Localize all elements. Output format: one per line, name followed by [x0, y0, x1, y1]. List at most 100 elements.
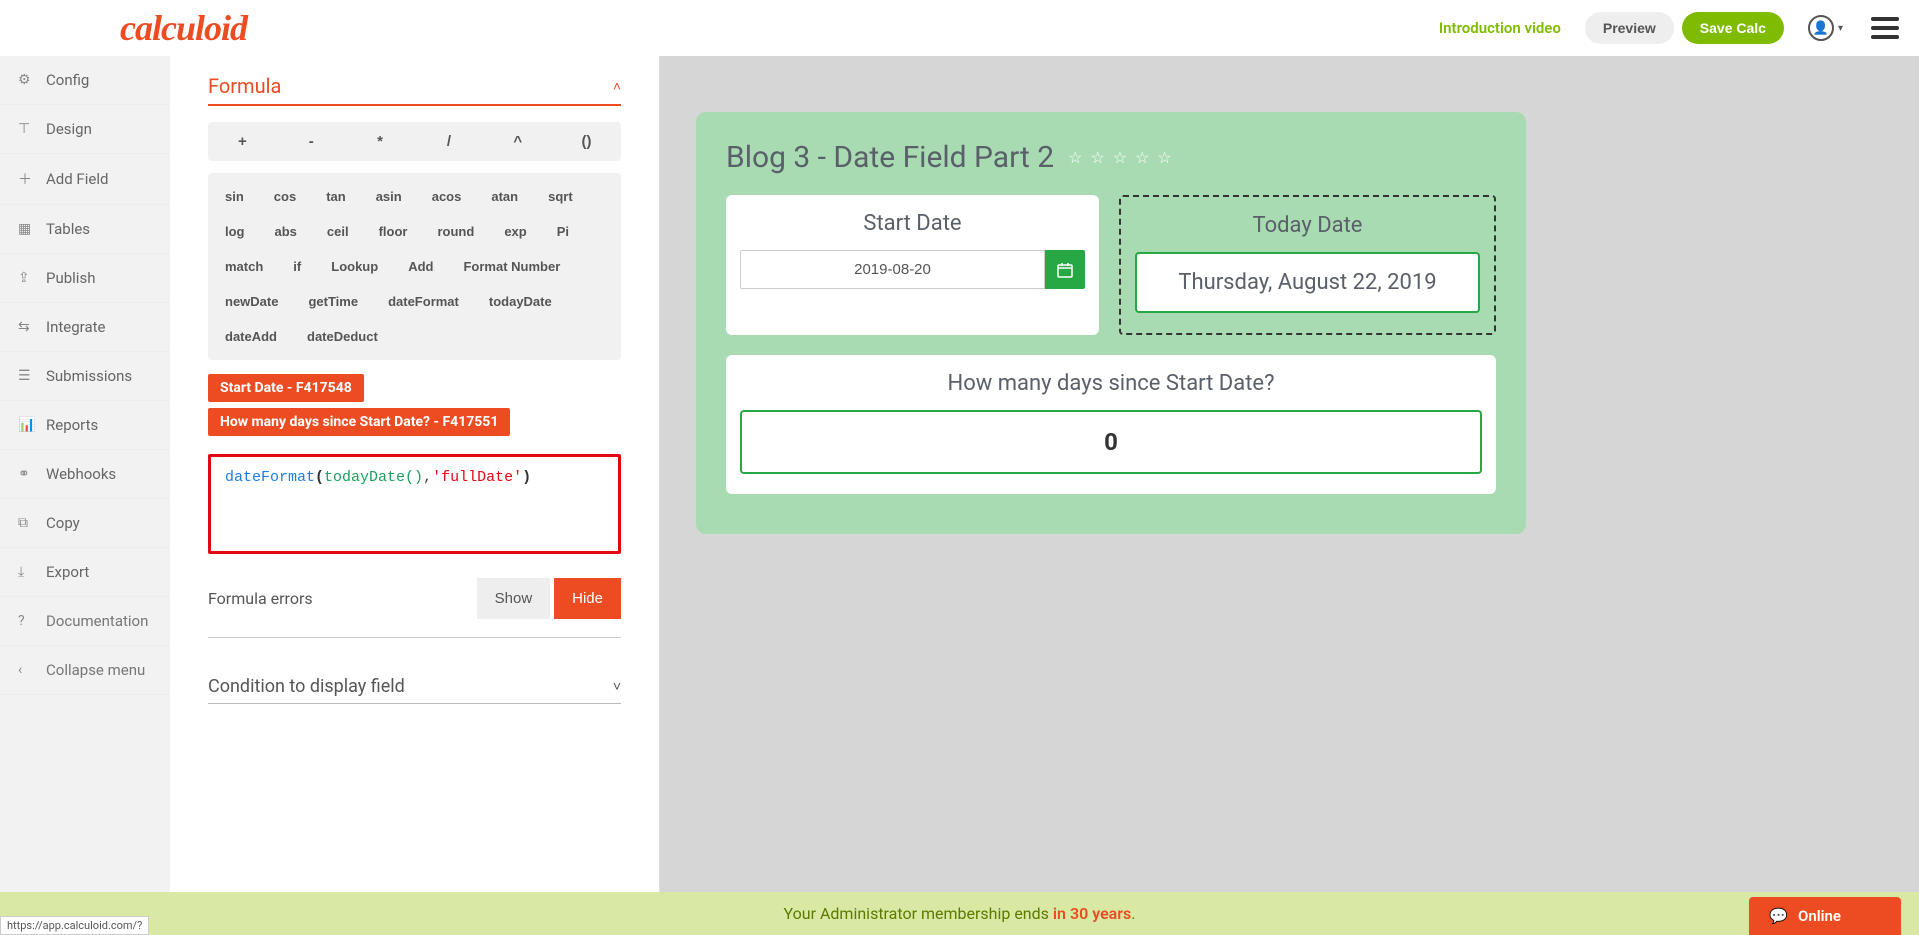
- today-date-field[interactable]: Today Date Thursday, August 22, 2019: [1119, 195, 1496, 335]
- field-reference-tag[interactable]: How many days since Start Date? - F41755…: [208, 408, 510, 436]
- function-newdate[interactable]: newDate: [210, 284, 293, 319]
- function-abs[interactable]: abs: [260, 214, 312, 249]
- sidebar-label: Add Field: [46, 170, 108, 188]
- formula-errors-label: Formula errors: [208, 589, 313, 608]
- sidebar-icon: ＋: [18, 169, 34, 189]
- sidebar-item-config[interactable]: ⚙ Config: [0, 56, 170, 105]
- formula-section-toggle[interactable]: Formula ˄: [208, 56, 621, 106]
- logo: calculoid: [120, 7, 247, 49]
- sidebar-icon: ‹: [18, 662, 34, 678]
- function-grid: sincostanasinacosatansqrt logabsceilfloor…: [208, 173, 621, 360]
- canvas-area: Blog 3 - Date Field Part 2 ☆ ☆ ☆ ☆ ☆ Sta…: [660, 56, 1919, 935]
- sidebar-item-add-field[interactable]: ＋ Add Field: [0, 154, 170, 205]
- function-lookup[interactable]: Lookup: [316, 249, 393, 284]
- function-acos[interactable]: acos: [417, 179, 477, 214]
- sidebar-icon: ⚭: [18, 466, 34, 482]
- days-since-field[interactable]: How many days since Start Date? 0: [726, 355, 1496, 494]
- sidebar-icon: ⧉: [18, 515, 34, 531]
- formula-heading: Formula: [208, 74, 281, 98]
- days-since-value: 0: [740, 410, 1482, 474]
- function-datededuct[interactable]: dateDeduct: [292, 319, 393, 354]
- hide-errors-button[interactable]: Hide: [554, 578, 621, 619]
- intro-video-link[interactable]: Introduction video: [1439, 19, 1561, 37]
- operator-^[interactable]: ^: [483, 122, 552, 161]
- sidebar-label: Export: [46, 563, 89, 581]
- chat-widget[interactable]: 💬 Online: [1749, 897, 1901, 935]
- function-round[interactable]: round: [422, 214, 489, 249]
- function-ceil[interactable]: ceil: [312, 214, 364, 249]
- function-gettime[interactable]: getTime: [293, 284, 373, 319]
- sidebar-icon: ?: [18, 613, 34, 629]
- sidebar-icon: ⚙: [18, 72, 34, 88]
- top-bar: calculoid Introduction video Preview Sav…: [0, 0, 1919, 56]
- sidebar-item-publish[interactable]: ⇪ Publish: [0, 254, 170, 303]
- sidebar-label: Webhooks: [46, 465, 116, 483]
- sidebar-item-collapse-menu[interactable]: ‹Collapse menu: [0, 646, 170, 695]
- function-atan[interactable]: atan: [476, 179, 533, 214]
- function-exp[interactable]: exp: [489, 214, 541, 249]
- function-asin[interactable]: asin: [361, 179, 417, 214]
- function-tan[interactable]: tan: [311, 179, 361, 214]
- function-sqrt[interactable]: sqrt: [533, 179, 588, 214]
- sidebar-label: Config: [46, 71, 89, 89]
- field-reference-tag[interactable]: Start Date - F417548: [208, 374, 364, 402]
- condition-section-toggle[interactable]: Condition to display field ˅: [208, 658, 621, 704]
- membership-footer: Your Administrator membership ends in 30…: [0, 892, 1919, 935]
- show-errors-button[interactable]: Show: [477, 578, 551, 619]
- start-date-field[interactable]: Start Date: [726, 195, 1099, 335]
- sidebar: ⚙ Config ⊤Design ＋ Add Field ▦Tables ⇪ Publish ⇆…: [0, 56, 170, 935]
- sidebar-label: Reports: [46, 416, 98, 434]
- function-match[interactable]: match: [210, 249, 278, 284]
- sidebar-icon: ⊤: [18, 121, 34, 137]
- sidebar-icon: ⤓: [18, 564, 34, 580]
- function-dateadd[interactable]: dateAdd: [210, 319, 292, 354]
- function-dateformat[interactable]: dateFormat: [373, 284, 474, 319]
- sidebar-item-submissions[interactable]: ☰ Submissions: [0, 352, 170, 401]
- function-add[interactable]: Add: [393, 249, 448, 284]
- rating-stars[interactable]: ☆ ☆ ☆ ☆ ☆: [1068, 148, 1174, 167]
- operator-row: +-*/^(): [208, 122, 621, 161]
- sidebar-item-documentation[interactable]: ?Documentation: [0, 597, 170, 646]
- today-date-label: Today Date: [1135, 213, 1480, 238]
- sidebar-item-copy[interactable]: ⧉Copy: [0, 499, 170, 548]
- user-icon: 👤: [1808, 15, 1834, 41]
- sidebar-label: Submissions: [46, 367, 132, 385]
- sidebar-item-reports[interactable]: 📊 Reports: [0, 401, 170, 450]
- sidebar-icon: 📊: [18, 417, 34, 433]
- sidebar-icon: ⇆: [18, 319, 34, 335]
- sidebar-item-tables[interactable]: ▦Tables: [0, 205, 170, 254]
- sidebar-item-webhooks[interactable]: ⚭ Webhooks: [0, 450, 170, 499]
- days-since-label: How many days since Start Date?: [740, 371, 1482, 396]
- function-pi[interactable]: Pi: [542, 214, 584, 249]
- operator-/[interactable]: /: [414, 122, 483, 161]
- start-date-input[interactable]: [740, 250, 1045, 289]
- sidebar-label: Publish: [46, 269, 95, 287]
- sidebar-label: Integrate: [46, 318, 105, 336]
- function-if[interactable]: if: [278, 249, 316, 284]
- operator-()[interactable]: (): [552, 122, 621, 161]
- sidebar-icon: ☰: [18, 368, 34, 384]
- formula-editor[interactable]: dateFormat(todayDate(),'fullDate'): [208, 454, 621, 554]
- function-format-number[interactable]: Format Number: [448, 249, 575, 284]
- function-floor[interactable]: floor: [364, 214, 423, 249]
- function-sin[interactable]: sin: [210, 179, 259, 214]
- hamburger-menu[interactable]: [1871, 17, 1899, 39]
- preview-button[interactable]: Preview: [1585, 12, 1674, 44]
- sidebar-item-integrate[interactable]: ⇆ Integrate: [0, 303, 170, 352]
- save-calc-button[interactable]: Save Calc: [1682, 12, 1784, 44]
- chat-icon: 💬: [1769, 907, 1788, 925]
- function-todaydate[interactable]: todayDate: [474, 284, 567, 319]
- chevron-up-icon: ˄: [613, 78, 621, 95]
- operator-+[interactable]: +: [208, 122, 277, 161]
- operator-*[interactable]: *: [346, 122, 415, 161]
- sidebar-label: Tables: [46, 220, 90, 238]
- function-log[interactable]: log: [210, 214, 260, 249]
- formula-panel: Formula ˄ +-*/^() sincostanasinacosatans…: [170, 56, 660, 935]
- calendar-icon[interactable]: [1045, 250, 1085, 289]
- user-menu[interactable]: 👤 ▾: [1808, 15, 1843, 41]
- operator--[interactable]: -: [277, 122, 346, 161]
- sidebar-icon: ⇪: [18, 270, 34, 286]
- sidebar-item-design[interactable]: ⊤Design: [0, 105, 170, 154]
- sidebar-item-export[interactable]: ⤓ Export: [0, 548, 170, 597]
- function-cos[interactable]: cos: [259, 179, 311, 214]
